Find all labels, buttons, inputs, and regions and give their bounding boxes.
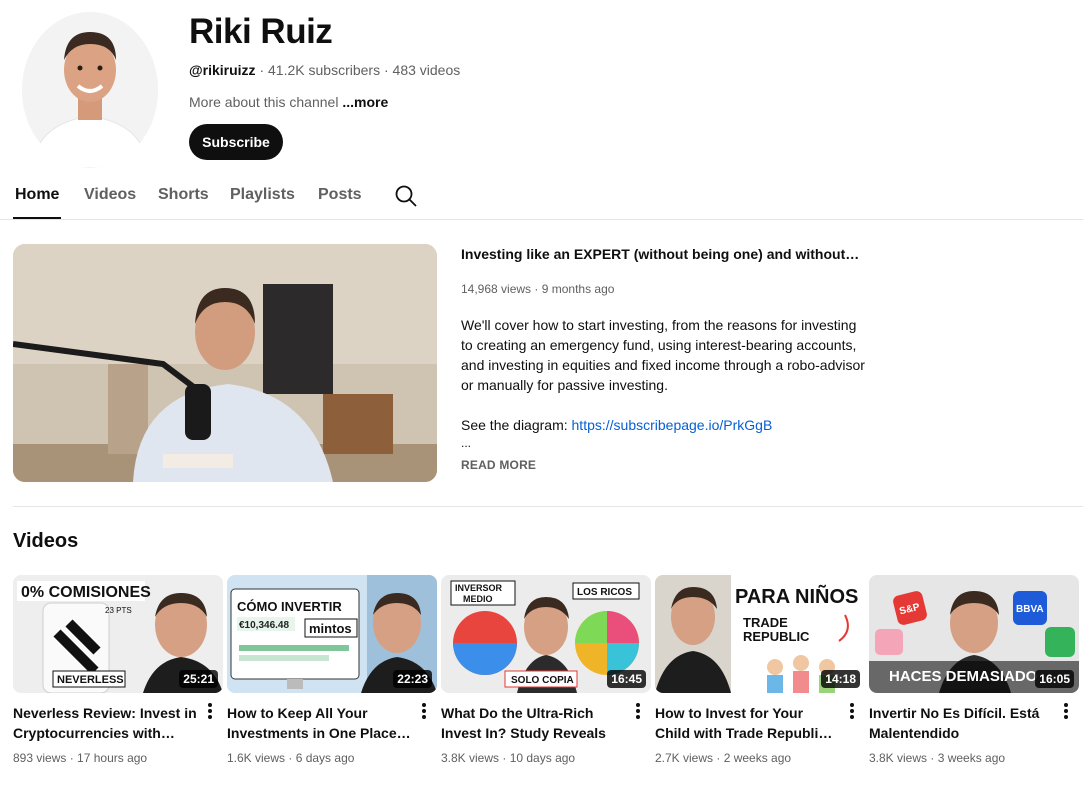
video-age: 2 weeks ago xyxy=(723,751,792,765)
thumbnail-caption: SOLO COPIA xyxy=(511,675,574,686)
videos-shelf-title[interactable]: Videos xyxy=(13,530,78,553)
video-count: 483 videos xyxy=(392,62,461,78)
featured-video-title[interactable]: Investing like an EXPERT (without being … xyxy=(461,246,861,262)
video-thumbnail[interactable]: CÓMO INVERTIR €10,346.48 mintos 22:23 xyxy=(227,575,437,693)
video-meta: 3.8K views · 3 weeks ago xyxy=(869,751,1005,765)
more-vert-icon[interactable] xyxy=(845,701,859,721)
video-age: 3 weeks ago xyxy=(937,751,1006,765)
about-text: More about this channel xyxy=(189,94,339,110)
more-vert-icon[interactable] xyxy=(203,701,217,721)
thumbnail-caption: BBVA xyxy=(1016,604,1044,615)
featured-video-meta: 14,968 views · 9 months ago xyxy=(461,282,614,296)
video-thumbnail[interactable]: S&P BBVA HACES DEMASIADO 16:05 xyxy=(869,575,1079,693)
thumbnail-caption: INVERSOR xyxy=(455,583,503,593)
thumbnail-caption: MEDIO xyxy=(463,594,493,604)
thumbnail-caption: HACES DEMASIADO xyxy=(889,668,1038,685)
tab-playlists[interactable]: Playlists xyxy=(230,186,295,204)
video-views: 2.7K views xyxy=(655,751,714,765)
video-views: 3.8K views xyxy=(441,751,500,765)
read-more-button[interactable]: READ MORE xyxy=(461,458,536,472)
video-age: 10 days ago xyxy=(509,751,576,765)
subscribe-button[interactable]: Subscribe xyxy=(189,124,283,160)
active-tab-indicator xyxy=(13,217,61,219)
channel-name: Riki Ruiz xyxy=(189,12,333,51)
video-meta: 893 views · 17 hours ago xyxy=(13,751,147,765)
video-title[interactable]: How to Invest for Your Child with Trade … xyxy=(655,703,839,743)
meta-separator: · xyxy=(927,751,938,765)
video-thumbnail[interactable]: 0% COMISIONES 23 PTS NEVERLESS 25:21 xyxy=(13,575,223,693)
meta-separator: · xyxy=(66,751,78,765)
video-meta: 1.6K views · 6 days ago xyxy=(227,751,354,765)
video-card: PARA NIÑOS TRADE REPUBLIC 14:18 How to I… xyxy=(655,575,865,765)
section-divider xyxy=(13,506,1083,507)
video-age: 6 days ago xyxy=(295,751,355,765)
featured-diagram-line: See the diagram: https://subscribepage.i… xyxy=(461,415,772,435)
video-title[interactable]: Invertir No Es Difícil. Está Malentendid… xyxy=(869,703,1053,743)
thumbnail-caption: TRADE xyxy=(743,615,788,630)
thumbnail-caption: PARA NIÑOS xyxy=(735,585,858,608)
meta-separator: · xyxy=(255,62,269,78)
thumbnail-caption: REPUBLIC xyxy=(743,629,810,644)
meta-separator: · xyxy=(531,282,542,296)
video-duration: 25:21 xyxy=(179,670,218,688)
meta-separator: · xyxy=(285,751,296,765)
video-duration: 14:18 xyxy=(821,670,860,688)
featured-video-thumbnail[interactable] xyxy=(13,244,437,482)
search-icon[interactable] xyxy=(394,184,418,208)
video-card: INVERSOR MEDIO LOS RICOS SOLO COPIA 16:4… xyxy=(441,575,651,765)
featured-video-description: We'll cover how to start investing, from… xyxy=(461,317,865,393)
video-duration: 16:45 xyxy=(607,670,646,688)
video-title[interactable]: What Do the Ultra-Rich Invest In? Study … xyxy=(441,703,625,743)
video-title[interactable]: How to Keep All Your Investments in One … xyxy=(227,703,411,743)
video-duration: 16:05 xyxy=(1035,670,1074,688)
thumbnail-caption: 0% COMISIONES xyxy=(21,584,151,601)
avatar-photo xyxy=(22,12,158,168)
tab-posts[interactable]: Posts xyxy=(318,186,362,204)
thumbnail-caption: NEVERLESS xyxy=(57,674,124,686)
thumbnail-caption: 23 PTS xyxy=(105,606,132,615)
thumbnail-caption: €10,346.48 xyxy=(239,620,289,631)
diagram-label: See the diagram: xyxy=(461,417,572,433)
tab-videos[interactable]: Videos xyxy=(84,186,136,204)
meta-separator: · xyxy=(380,62,393,78)
video-title[interactable]: Neverless Review: Invest in Cryptocurren… xyxy=(13,703,197,743)
video-views: 3.8K views xyxy=(869,751,928,765)
video-views: 893 views xyxy=(13,751,67,765)
tab-home[interactable]: Home xyxy=(15,186,59,204)
video-views: 1.6K views xyxy=(227,751,286,765)
more-vert-icon[interactable] xyxy=(1059,701,1073,721)
thumbnail-caption: LOS RICOS xyxy=(577,587,632,598)
featured-views: 14,968 views xyxy=(461,282,532,296)
channel-meta: @rikiruizz · 41.2K subscribers · 483 vid… xyxy=(189,62,460,78)
more-vert-icon[interactable] xyxy=(631,701,645,721)
video-meta: 2.7K views · 2 weeks ago xyxy=(655,751,791,765)
about-more-link[interactable]: ...more xyxy=(338,94,388,110)
tab-shorts[interactable]: Shorts xyxy=(158,186,209,204)
video-card: 0% COMISIONES 23 PTS NEVERLESS 25:21 Nev… xyxy=(13,575,223,765)
thumbnail-caption: CÓMO INVERTIR xyxy=(237,599,342,614)
featured-thumbnail-image xyxy=(13,244,437,482)
video-card: CÓMO INVERTIR €10,346.48 mintos 22:23 Ho… xyxy=(227,575,437,765)
channel-about[interactable]: More about this channel ...more xyxy=(189,94,388,110)
description-ellipsis: ... xyxy=(461,436,472,450)
video-meta: 3.8K views · 10 days ago xyxy=(441,751,575,765)
video-thumbnail[interactable]: PARA NIÑOS TRADE REPUBLIC 14:18 xyxy=(655,575,865,693)
thumbnail-caption: mintos xyxy=(309,621,352,636)
diagram-link[interactable]: https://subscribepage.io/PrkGgB xyxy=(572,417,773,433)
featured-age: 9 months ago xyxy=(541,282,615,296)
meta-separator: · xyxy=(713,751,724,765)
video-age: 17 hours ago xyxy=(77,751,148,765)
subscriber-count: 41.2K subscribers xyxy=(268,62,381,78)
video-duration: 22:23 xyxy=(393,670,432,688)
more-vert-icon[interactable] xyxy=(417,701,431,721)
video-card: S&P BBVA HACES DEMASIADO 16:05 Invertir … xyxy=(869,575,1079,765)
channel-tabs: Home Videos Shorts Playlists Posts xyxy=(0,176,1083,220)
video-thumbnail[interactable]: INVERSOR MEDIO LOS RICOS SOLO COPIA 16:4… xyxy=(441,575,651,693)
channel-handle: @rikiruizz xyxy=(189,62,256,78)
channel-avatar[interactable] xyxy=(22,12,158,168)
meta-separator: · xyxy=(499,751,510,765)
